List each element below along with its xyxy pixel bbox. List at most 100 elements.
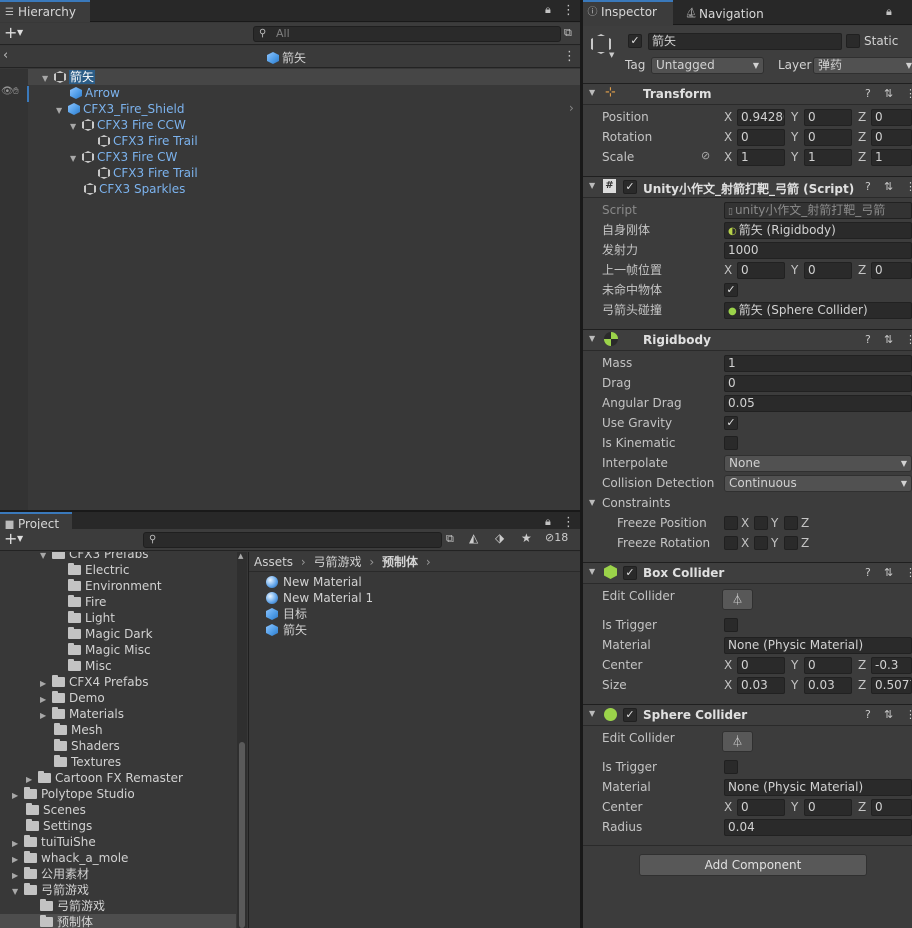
triangle-down-icon[interactable]: ▼ [70,151,79,167]
lock-icon[interactable]: 🔒︎ [886,5,892,19]
folder-item[interactable]: Settings [26,818,92,834]
search-options-icon[interactable]: ⧉ [446,532,454,546]
breadcrumb-item[interactable]: 预制体 [382,555,418,569]
sphere-center-y-field[interactable]: 0 [804,799,852,816]
use-gravity-checkbox[interactable]: ✓ [724,416,738,430]
chevron-down-icon[interactable]: ▼ [17,534,23,543]
hierarchy-search-input[interactable]: ⚲ All [253,26,561,42]
scale-z-field[interactable]: 1 [871,149,912,166]
add-icon[interactable]: + [4,529,17,548]
folder-item[interactable]: Electric [68,562,129,578]
pick-hand-icon[interactable]: ✋︎ [13,86,19,97]
rotation-y-field[interactable]: 0 [804,129,852,146]
folder-item[interactable]: ▶ whack_a_mole [12,850,128,866]
rotation-z-field[interactable]: 0 [871,129,912,146]
rigidbody-header[interactable]: ▼ Rigidbody ? ⇅ ⋮ [583,329,912,351]
triangle-down-icon[interactable]: ▼ [42,71,51,87]
help-icon[interactable]: ? [865,333,871,346]
box-center-x-field[interactable]: 0 [737,657,785,674]
back-arrow-icon[interactable]: ‹ [3,48,8,63]
asset-item[interactable]: New Material [266,574,362,590]
triangle-right-icon[interactable]: ▶ [12,788,21,804]
tree-item-root[interactable]: ▼ 箭矢 [42,69,96,87]
folder-item[interactable]: Mesh [54,722,103,738]
drag-field[interactable]: 0 [724,375,912,392]
interpolate-dropdown[interactable]: None ▼ [724,455,912,472]
folder-item[interactable]: Magic Misc [68,642,151,658]
sphere-collider-enabled-checkbox[interactable]: ✓ [623,708,637,722]
visibility-eye-icon[interactable]: 👁︎ [1,86,14,97]
tree-item-sparkles[interactable]: CFX3 Sparkles [84,181,185,197]
freeze-position-z-checkbox[interactable] [784,516,798,530]
constraints-foldout-icon[interactable]: ▼ [589,498,595,507]
add-component-button[interactable]: Add Component [639,854,867,876]
box-edit-collider-button[interactable]: ⏃ [722,589,753,610]
hierarchy-tab[interactable]: ☰ Hierarchy [0,0,90,22]
folder-item[interactable]: Scenes [26,802,86,818]
folder-item[interactable]: Shaders [54,738,120,754]
folder-item[interactable]: Fire [68,594,106,610]
active-checkbox[interactable]: ✓ [628,34,642,48]
freeze-position-x-checkbox[interactable] [724,516,738,530]
folder-item[interactable]: Textures [54,754,121,770]
add-icon[interactable]: + [4,23,17,42]
rotation-x-field[interactable]: 0 [737,129,785,146]
folder-item[interactable]: ▼ 弓箭游戏 [12,882,89,898]
is-kinematic-checkbox[interactable] [724,436,738,450]
kebab-menu-icon[interactable]: ⋮ [562,3,575,18]
navigation-tab[interactable]: ⛵︎ Navigation [681,3,771,25]
foldout-arrow-icon[interactable]: ▼ [589,88,595,97]
lock-icon[interactable]: 🔒︎ [545,515,551,529]
sphere-center-z-field[interactable]: 0 [871,799,912,816]
tree-item-arrow[interactable]: Arrow [70,85,120,101]
folder-item[interactable]: Light [68,610,115,626]
collision-detection-dropdown[interactable]: Continuous ▼ [724,475,912,492]
chevron-down-icon[interactable]: ▼ [17,28,23,37]
box-size-z-field[interactable]: 0.5077 [871,677,912,694]
head-collider-field[interactable]: ● 箭矢 (Sphere Collider) [724,302,912,319]
sphere-radius-field[interactable]: 0.04 [724,819,912,836]
triangle-down-icon[interactable]: ▼ [56,103,65,119]
tree-item-fire-trail-1[interactable]: CFX3 Fire Trail [98,133,198,149]
folder-item[interactable]: Environment [68,578,162,594]
breadcrumb-item[interactable]: 弓箭游戏 [314,555,362,569]
scale-y-field[interactable]: 1 [804,149,852,166]
object-name-input[interactable]: 箭矢 [648,33,842,50]
folder-tree-scrollbar[interactable]: ▲ [237,552,247,928]
inspector-tab[interactable]: ⓘ Inspector [583,0,673,25]
scale-x-field[interactable]: 1 [737,149,785,166]
kebab-menu-icon[interactable]: ⋮ [562,515,575,530]
component-menu-icon[interactable]: ⋮ [905,180,912,193]
freeze-rotation-y-checkbox[interactable] [754,536,768,550]
component-menu-icon[interactable]: ⋮ [905,708,912,721]
box-center-z-field[interactable]: -0.3 [871,657,912,674]
project-search-input[interactable]: ⚲ [143,532,442,548]
sphere-collider-header[interactable]: ▼ ✓ Sphere Collider ? ⇅ ⋮ [583,704,912,726]
asset-item[interactable]: 目标 [266,606,307,622]
freeze-rotation-x-checkbox[interactable] [724,536,738,550]
layer-dropdown[interactable]: 弹药 ▼ [813,57,912,74]
folder-item[interactable]: ▶ 公用素材 [12,866,89,882]
hidden-packages-icon[interactable]: ⊘18 [545,531,568,544]
tree-item-fire-trail-2[interactable]: CFX3 Fire Trail [98,165,198,181]
folder-item[interactable]: ▶ Polytope Studio [12,786,135,802]
triangle-down-icon[interactable]: ▼ [12,884,21,900]
last-position-x-field[interactable]: 0 [737,262,785,279]
static-checkbox[interactable] [846,34,860,48]
tree-item-fire-shield[interactable]: ▼ CFX3_Fire_Shield [56,101,184,117]
folder-item[interactable]: ▶ Cartoon FX Remaster [26,770,183,786]
help-icon[interactable]: ? [865,180,871,193]
constraints-label[interactable]: Constraints [602,494,670,512]
asset-item[interactable]: 箭矢 [266,622,307,638]
box-material-field[interactable]: None (Physic Material) [724,637,912,654]
help-icon[interactable]: ? [865,87,871,100]
folder-item[interactable]: ▶ Materials [40,706,124,722]
box-is-trigger-checkbox[interactable] [724,618,738,632]
favorite-star-icon[interactable]: ★ [521,531,532,545]
icon-dropdown-arrow-icon[interactable]: ▼ [609,51,614,59]
help-icon[interactable]: ? [865,708,871,721]
transform-header[interactable]: ▼ ⊹ Transform ? ⇅ ⋮ [583,83,912,105]
component-menu-icon[interactable]: ⋮ [905,333,912,346]
force-field[interactable]: 1000 [724,242,912,259]
preset-icon[interactable]: ⇅ [884,333,893,346]
